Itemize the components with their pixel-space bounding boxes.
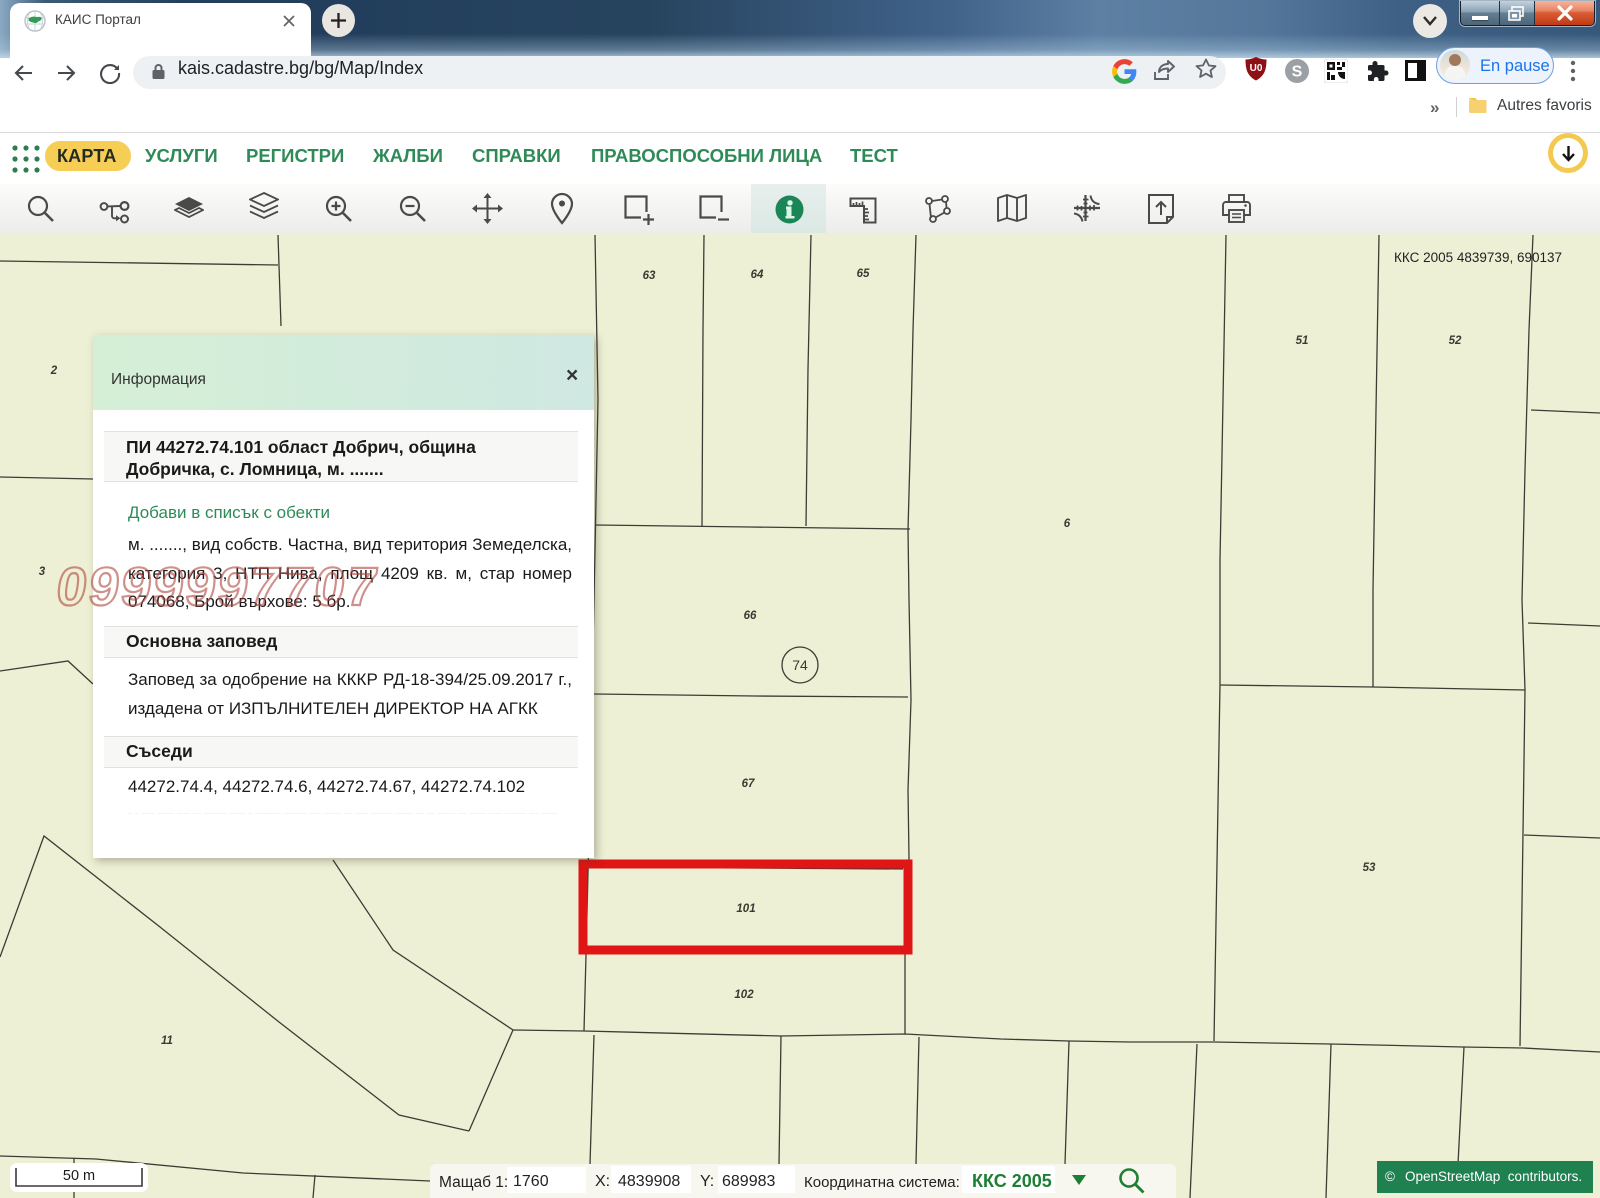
svg-text:64: 64 bbox=[751, 269, 764, 281]
svg-text:53: 53 bbox=[1363, 862, 1376, 874]
svg-text:67: 67 bbox=[742, 778, 755, 790]
svg-text:6: 6 bbox=[1064, 518, 1071, 530]
svg-text:S: S bbox=[1292, 64, 1303, 81]
svg-text:102: 102 bbox=[734, 989, 754, 1001]
svg-text:3: 3 bbox=[39, 566, 46, 578]
svg-text:51: 51 bbox=[1296, 335, 1309, 347]
svg-text:2: 2 bbox=[50, 365, 58, 377]
svg-text:74: 74 bbox=[792, 657, 808, 673]
svg-text:52: 52 bbox=[1449, 335, 1462, 347]
svg-text:65: 65 bbox=[857, 268, 870, 280]
svg-text:ККС 2005 4839739, 690137: ККС 2005 4839739, 690137 bbox=[1394, 250, 1562, 265]
svg-text:U0: U0 bbox=[1250, 63, 1263, 74]
svg-text:101: 101 bbox=[736, 903, 755, 915]
svg-text:66: 66 bbox=[744, 610, 757, 622]
svg-text:11: 11 bbox=[161, 1035, 173, 1047]
svg-text:63: 63 bbox=[643, 270, 656, 282]
